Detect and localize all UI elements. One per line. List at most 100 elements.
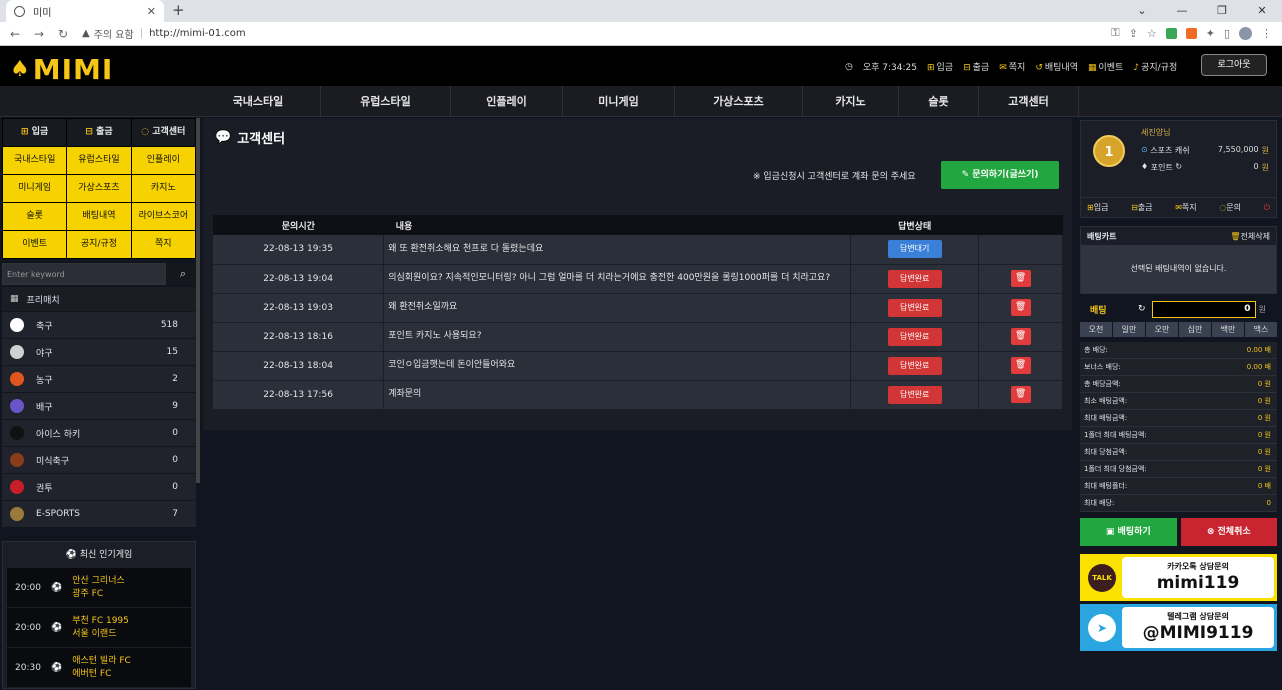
- amount-chip[interactable]: 오천: [1080, 322, 1112, 337]
- nav-minigame[interactable]: 미니게임: [563, 86, 675, 117]
- sport-item[interactable]: E-SPORTS 7: [2, 500, 196, 527]
- nav-casino[interactable]: 카지노: [803, 86, 899, 117]
- minimize-icon[interactable]: —: [1162, 0, 1202, 22]
- top-menu-deposit[interactable]: ⊞ 입금: [927, 60, 953, 73]
- sport-item[interactable]: 권투 0: [2, 473, 196, 500]
- inquiry-link[interactable]: ◌문의: [1219, 202, 1241, 213]
- delete-icon[interactable]: 🗑: [1010, 328, 1031, 345]
- amount-chip[interactable]: 오만: [1146, 322, 1178, 337]
- close-window-icon[interactable]: ✕: [1242, 0, 1282, 22]
- sport-item[interactable]: 아이스 하키 0: [2, 419, 196, 446]
- status-badge[interactable]: 답변대기: [887, 240, 942, 259]
- top-menu-message[interactable]: ✉ 쪽지: [999, 60, 1025, 73]
- cancel-all-button[interactable]: ⊗ 전체취소: [1180, 518, 1277, 546]
- grid-item[interactable]: 국내스타일: [3, 147, 67, 174]
- telegram-banner[interactable]: ➤ 텔레그램 상담문의 @MIMI9119: [1080, 604, 1277, 651]
- sport-item[interactable]: 농구 2: [2, 365, 196, 392]
- table-row[interactable]: 22-08-13 18:04 코인ㅇ입금햇는데 돈이안들어와요 답변완료 🗑: [213, 351, 1063, 381]
- nav-virtual[interactable]: 가상스포츠: [675, 86, 803, 117]
- delete-icon[interactable]: 🗑: [1010, 299, 1031, 316]
- refresh-icon[interactable]: ↻: [1138, 304, 1146, 314]
- grid-item[interactable]: 슬롯: [3, 203, 67, 230]
- amount-chip[interactable]: 맥스: [1245, 322, 1277, 337]
- back-icon[interactable]: ←: [6, 27, 24, 41]
- grid-item[interactable]: 가상스포츠: [67, 175, 131, 202]
- grid-item[interactable]: 쪽지: [131, 231, 195, 258]
- new-tab-icon[interactable]: +: [172, 1, 185, 19]
- close-icon[interactable]: ✕: [147, 5, 156, 18]
- reload-icon[interactable]: ↻: [54, 27, 72, 41]
- quick-support[interactable]: ◌ 고객센터: [131, 119, 195, 146]
- search-icon[interactable]: ⌕: [170, 263, 196, 285]
- status-badge[interactable]: 답변완료: [887, 269, 942, 288]
- star-icon[interactable]: ☆: [1147, 27, 1157, 40]
- table-row[interactable]: 22-08-13 19:35 왜 또 환전취소해요 천프로 다 돌렸는데요 답변대기: [213, 235, 1063, 265]
- delete-icon[interactable]: 🗑: [1010, 386, 1031, 403]
- deposit-link[interactable]: ⊞입금: [1087, 202, 1108, 213]
- inquiry-content[interactable]: 코인ㅇ입금햇는데 돈이안들어와요: [383, 351, 852, 381]
- extension-icon[interactable]: [1165, 27, 1177, 39]
- sport-item[interactable]: 축구 518: [2, 311, 196, 338]
- forward-icon[interactable]: →: [30, 27, 48, 41]
- write-inquiry-button[interactable]: ✎ 문의하기(글쓰기): [941, 161, 1059, 189]
- inquiry-content[interactable]: 왜 또 환전취소해요 천프로 다 돌렸는데요: [383, 235, 852, 265]
- inquiry-content[interactable]: 왜 환전취소일까요: [383, 293, 852, 323]
- delete-icon[interactable]: 🗑: [1010, 270, 1031, 287]
- share-icon[interactable]: ⇪: [1129, 27, 1138, 40]
- inquiry-content[interactable]: 계좌문의: [383, 380, 852, 410]
- nav-domestic[interactable]: 국내스타일: [196, 86, 321, 117]
- grid-item[interactable]: 공지/규정: [67, 231, 131, 258]
- popular-game[interactable]: 20:00 ⚽ 부천 FC 1995 서울 이랜드: [7, 608, 191, 647]
- amount-chip[interactable]: 백만: [1212, 322, 1244, 337]
- popular-game[interactable]: 20:00 ⚽ 안산 그리너스 광주 FC: [7, 568, 191, 607]
- status-badge[interactable]: 답변완료: [887, 385, 942, 404]
- place-bet-button[interactable]: ▣ 배팅하기: [1080, 518, 1177, 546]
- restore-icon[interactable]: ❐: [1202, 0, 1242, 22]
- grid-item[interactable]: 카지노: [131, 175, 195, 202]
- sport-item[interactable]: 배구 9: [2, 392, 196, 419]
- grid-item[interactable]: 이벤트: [3, 231, 67, 258]
- menu-icon[interactable]: ⋮: [1261, 27, 1272, 40]
- logo[interactable]: ♠ MIMI: [10, 53, 113, 86]
- quick-withdraw[interactable]: ⊟ 출금: [67, 119, 131, 146]
- chevron-down-icon[interactable]: ⌄: [1122, 0, 1162, 22]
- sidepanel-icon[interactable]: ▯: [1224, 27, 1230, 40]
- grid-item[interactable]: 라이브스코어: [131, 203, 195, 230]
- prematch-header[interactable]: ▦ 프리매치: [2, 287, 196, 311]
- table-row[interactable]: 22-08-13 19:04 의심회원이요? 지속적인모니터링? 아니 그럼 얼마…: [213, 264, 1063, 294]
- sport-item[interactable]: 미식축구 0: [2, 446, 196, 473]
- message-link[interactable]: ✉쪽지: [1175, 202, 1196, 213]
- grid-item[interactable]: 배팅내역: [67, 203, 131, 230]
- inquiry-content[interactable]: 포인트 카지노 사용되요?: [383, 322, 852, 352]
- extension-icon[interactable]: [1185, 27, 1197, 39]
- key-icon[interactable]: ⚿: [1111, 26, 1119, 40]
- kakao-banner[interactable]: TALK 카카오톡 상담문의 mimi119: [1080, 554, 1277, 601]
- top-menu-event[interactable]: ▦ 이벤트: [1088, 60, 1123, 73]
- inquiry-content[interactable]: 의심회원이요? 지속적인모니터링? 아니 그럼 얼마를 더 치라는거에요 충전한…: [383, 264, 852, 294]
- table-row[interactable]: 22-08-13 17:56 계좌문의 답변완료 🗑: [213, 380, 1063, 410]
- sidebar-scrollbar[interactable]: [196, 118, 200, 483]
- top-menu-history[interactable]: ↺ 배팅내역: [1035, 60, 1078, 73]
- sport-item[interactable]: 야구 15: [2, 338, 196, 365]
- withdraw-link[interactable]: ⊟출금: [1131, 202, 1152, 213]
- table-row[interactable]: 22-08-13 19:03 왜 환전취소일까요 답변완료 🗑: [213, 293, 1063, 323]
- nav-europe[interactable]: 유럽스타일: [321, 86, 451, 117]
- status-badge[interactable]: 답변완료: [887, 298, 942, 317]
- browser-tab[interactable]: 미미 ✕: [6, 0, 164, 22]
- power-icon[interactable]: ⏻: [1264, 203, 1270, 213]
- refresh-icon[interactable]: ↻: [1175, 162, 1182, 173]
- status-badge[interactable]: 답변완료: [887, 327, 942, 346]
- nav-inplay[interactable]: 인플레이: [451, 86, 563, 117]
- profile-icon[interactable]: [1239, 26, 1252, 40]
- amount-chip[interactable]: 일만: [1113, 322, 1145, 337]
- delete-icon[interactable]: 🗑: [1010, 357, 1031, 374]
- top-menu-withdraw[interactable]: ⊟ 출금: [963, 60, 989, 73]
- popular-game[interactable]: 20:30 ⚽ 애스턴 빌라 FC 에버턴 FC: [7, 648, 191, 687]
- logout-button[interactable]: 로그아웃: [1201, 54, 1267, 76]
- omnibox[interactable]: ▲ 주의 요함 | http://mimi-01.com: [82, 26, 246, 41]
- puzzle-icon[interactable]: ✦: [1206, 27, 1215, 40]
- grid-item[interactable]: 유럽스타일: [67, 147, 131, 174]
- quick-deposit[interactable]: ⊞ 입금: [3, 119, 67, 146]
- clear-cart-button[interactable]: 🗑전체삭제: [1230, 231, 1270, 242]
- table-row[interactable]: 22-08-13 18:16 포인트 카지노 사용되요? 답변완료 🗑: [213, 322, 1063, 352]
